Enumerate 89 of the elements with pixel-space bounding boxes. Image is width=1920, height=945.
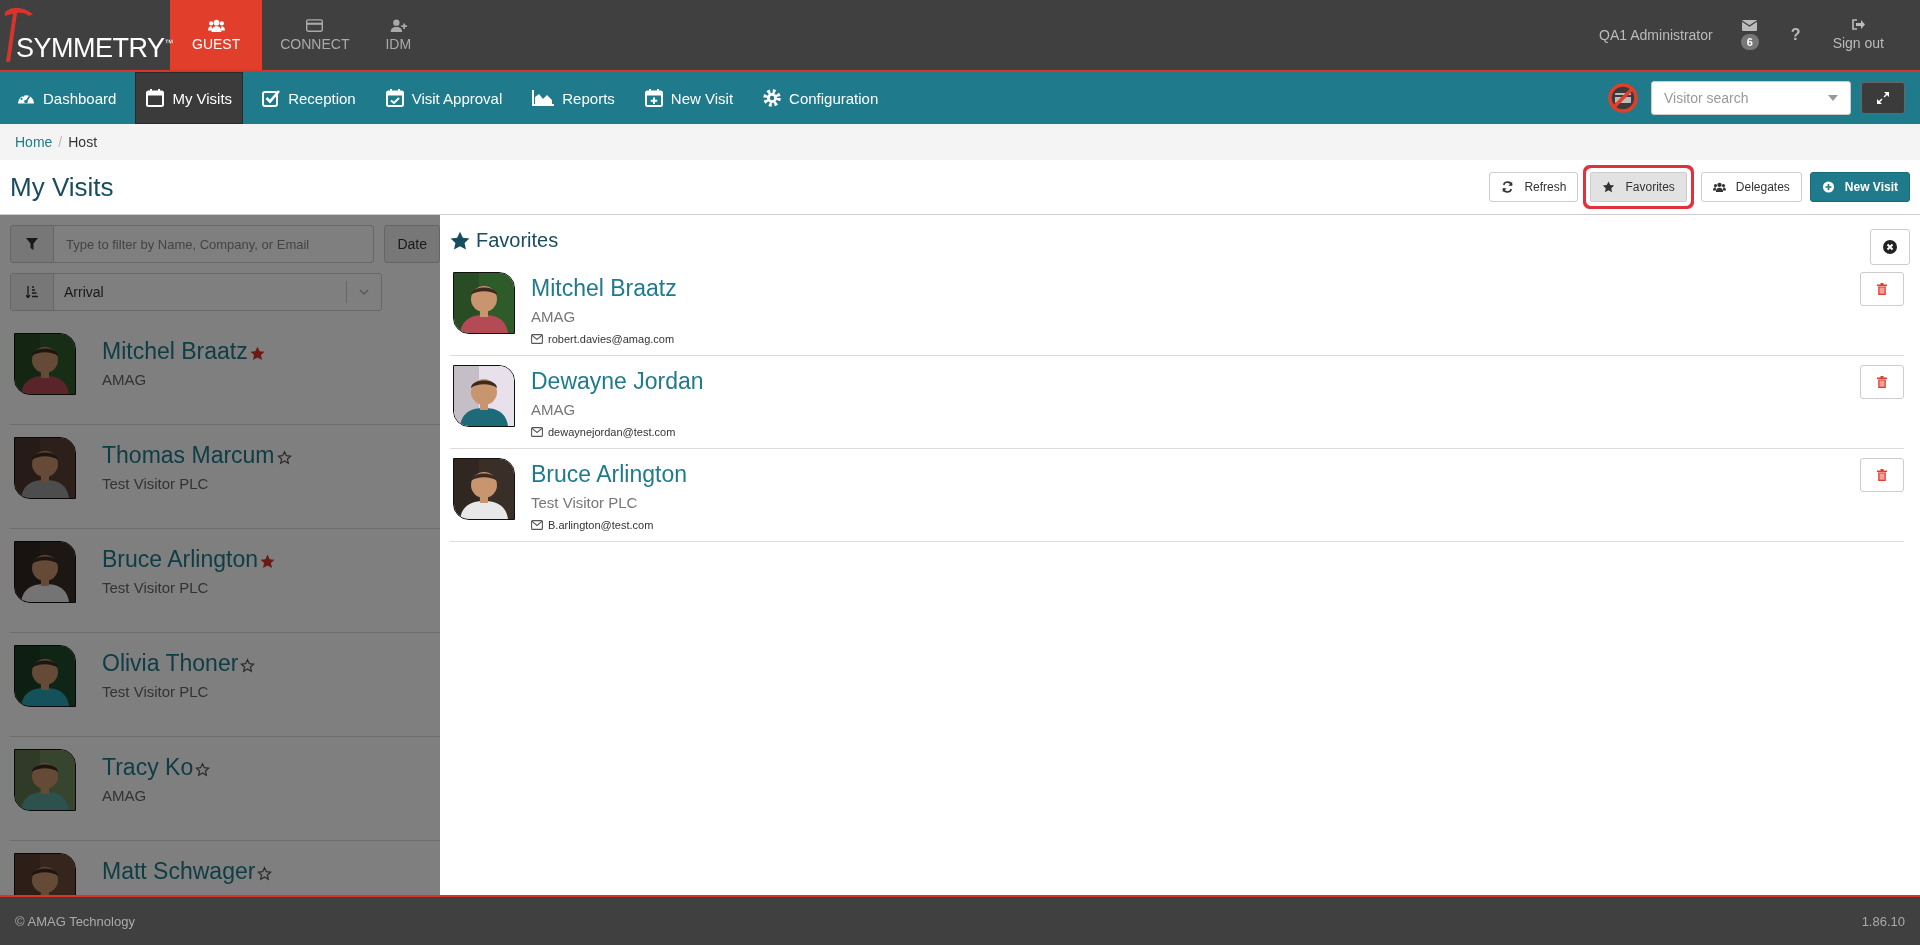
star-outline-icon[interactable] [240,658,256,673]
visitor-company: AMAG [102,787,148,804]
visitor-name[interactable]: Matt Schwager [102,858,256,885]
help-button[interactable]: ? [1784,25,1807,45]
close-icon [1883,240,1897,254]
sort-icon [26,286,38,298]
envelope-icon [531,520,543,530]
delete-button[interactable] [1860,365,1904,399]
copyright-text: © AMAG Technology [15,913,135,929]
user-name[interactable]: QA1 Administrator [1599,27,1713,43]
visitor-name[interactable]: Tracy Ko [102,754,194,781]
star-outline-icon[interactable] [195,762,211,777]
visitor-name[interactable]: Olivia Thoner [102,650,239,677]
trash-icon [1877,376,1887,388]
visitor-name[interactable]: Mitchel Braatz [102,338,248,365]
caret-icon [1828,95,1838,101]
favorite-email: robert.davies@amag.com [548,333,675,345]
star-outline-icon[interactable] [276,450,292,465]
favorite-company: AMAG [531,401,577,418]
nav-tab[interactable]: Reports [521,72,626,124]
close-button[interactable] [1870,229,1910,265]
nav-tab[interactable]: Dashboard [6,72,128,124]
card-icon [306,18,324,32]
visitor-search-dropdown[interactable]: Visitor search [1651,81,1851,115]
star-icon[interactable] [260,554,275,569]
version-text: 1.86.10 [1861,913,1905,929]
calendar-plus-icon [644,89,663,107]
favorite-company: AMAG [531,308,577,325]
app-tab[interactable]: CONNECT [262,0,368,70]
filter-icon [26,238,38,250]
favorite-email: dewaynejordan@test.com [548,426,676,438]
favorite-company: Test Visitor PLC [531,494,639,511]
breadcrumb-separator: / [58,134,63,150]
expand-icon [1877,92,1889,104]
logo-text[interactable]: SYMMETRY [16,35,165,62]
count-badge: 6 [1740,34,1759,50]
panel-title: Favorites [476,229,559,252]
user-plus-icon [389,18,407,32]
visitor-company: Test Visitor PLC [102,579,210,596]
calendar-check-icon [385,89,404,107]
nav-tab[interactable]: New Visit [633,72,745,124]
users-icon [1712,181,1726,193]
checkbox-icon [262,89,281,107]
sort-dropdown[interactable]: Arrival [10,273,382,311]
delete-button[interactable] [1860,458,1904,492]
visitor-company: Test Visitor PLC [102,683,210,700]
toolbar-button[interactable]: Refresh [1489,172,1579,202]
messages-button[interactable]: 6 [1734,0,1765,70]
envelope-icon [1742,20,1758,31]
toolbar-button[interactable]: New Visit [1809,172,1910,202]
visitor-company: Test Visitor PLC [102,475,210,492]
star-icon [1602,181,1616,193]
envelope-icon [531,334,543,344]
expand-button[interactable] [1861,82,1905,114]
settings-icon [763,89,782,107]
visitor-company: AMAG [102,371,148,388]
refresh-icon [1501,181,1515,193]
favorite-name[interactable]: Bruce Arlington [531,461,1844,488]
star-icon [450,230,470,251]
area-chart-icon [532,89,555,107]
app-tab[interactable]: IDM [367,0,430,70]
date-button[interactable]: Date [384,225,440,263]
trash-icon [1877,283,1887,295]
filter-field[interactable]: Type to filter by Name, Company, or Email [54,225,375,263]
breadcrumb-link[interactable]: Home [15,134,53,150]
nav-tab[interactable]: Visit Approval [374,72,514,124]
star-icon[interactable] [249,346,265,361]
nav-tab[interactable]: My Visits [135,72,244,124]
trash-icon [1877,469,1887,481]
nav-tab[interactable]: Configuration [752,72,890,124]
star-outline-icon[interactable] [257,866,273,881]
sign-out-icon [1851,19,1865,30]
toolbar-button[interactable]: Delegates [1700,172,1802,202]
favorite-email: B.arlington@test.com [548,519,654,531]
page-title: My Visits [10,171,115,203]
breadcrumb-current: Host [68,134,98,150]
visitor-name[interactable]: Thomas Marcum [102,442,275,469]
visitor-name[interactable]: Bruce Arlington [102,546,258,573]
sign-out-button[interactable]: Sign out [1826,0,1890,70]
favorite-name[interactable]: Dewayne Jordan [531,368,1844,395]
caret-icon [359,289,369,295]
users-icon [207,18,225,32]
delete-button[interactable] [1860,272,1904,306]
calendar-icon [146,89,165,107]
envelope-icon [531,427,543,437]
favorite-name[interactable]: Mitchel Braatz [531,275,1844,302]
nav-tab[interactable]: Reception [251,72,367,124]
no-card-icon[interactable] [1607,82,1639,114]
plus-circle-icon [1821,181,1835,193]
